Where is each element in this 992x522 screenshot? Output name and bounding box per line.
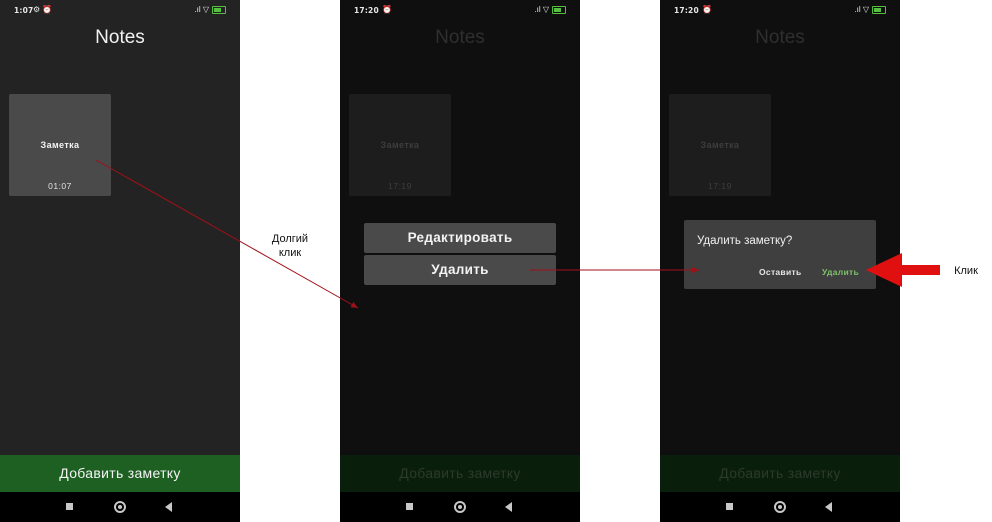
long-click-line1: Долгий (271, 233, 309, 245)
annotation-overlay (95, 159, 940, 309)
long-click-line2: клик (278, 247, 302, 259)
long-click-arrow (95, 159, 359, 309)
long-click-annotation: Долгий клик (262, 232, 318, 260)
click-pointer-arrow-icon (866, 253, 940, 287)
click-annotation: Клик (954, 265, 978, 277)
